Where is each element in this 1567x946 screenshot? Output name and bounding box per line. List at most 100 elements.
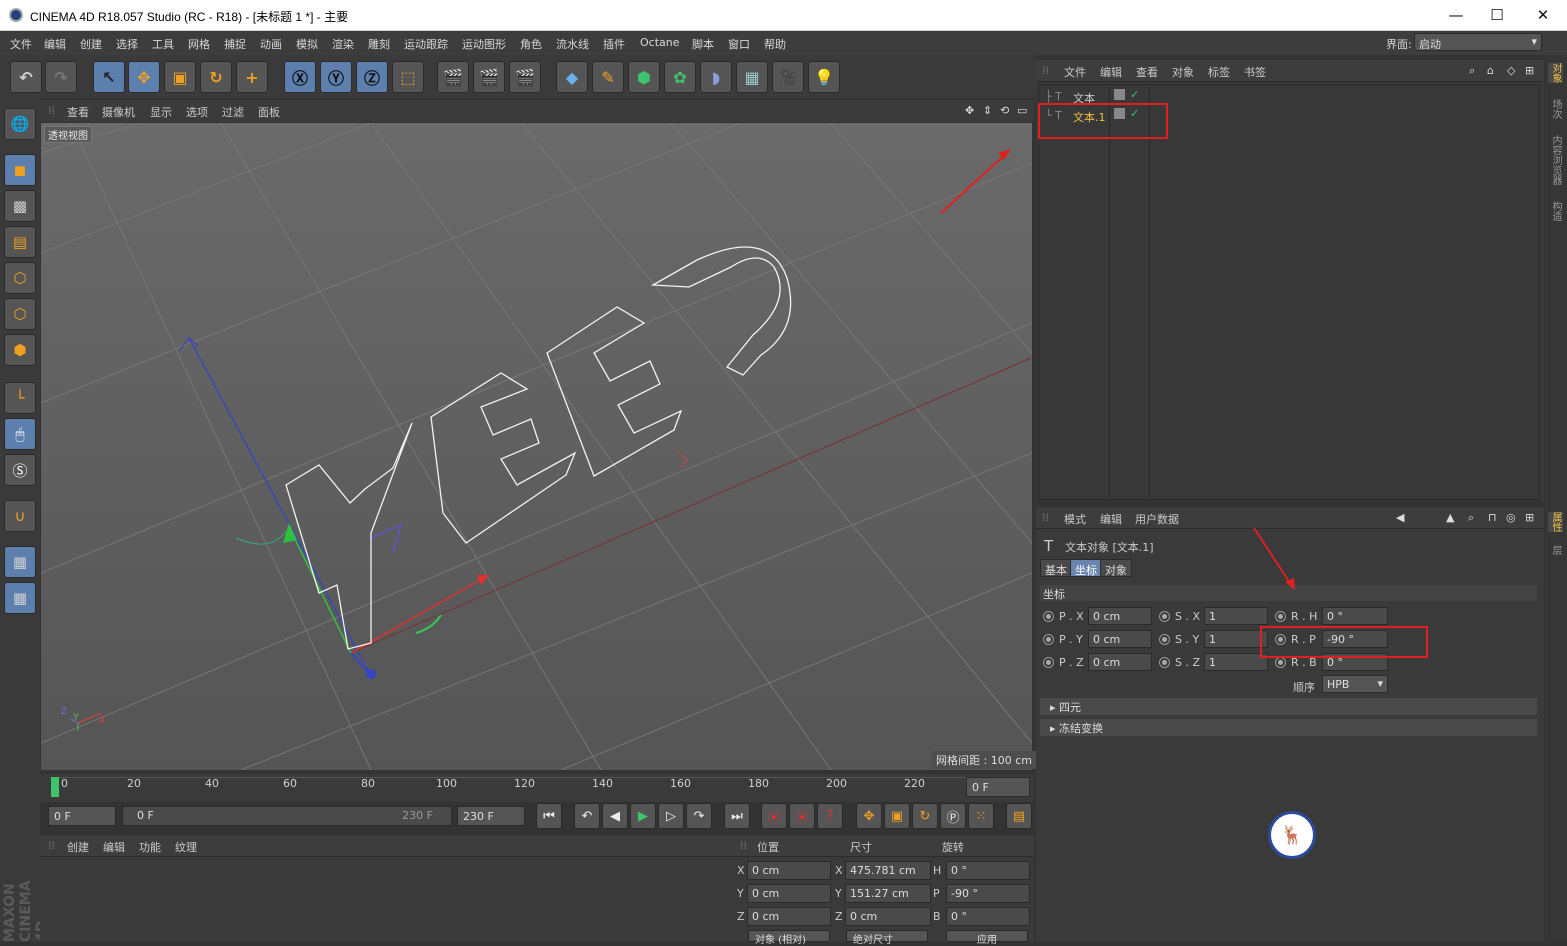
model-mode-icon[interactable]: ◼ xyxy=(4,154,36,186)
field-rh[interactable]: 0 ° xyxy=(1322,607,1388,625)
anim-radio-sx[interactable] xyxy=(1159,611,1170,622)
viewport-menu-panel[interactable]: 面板 xyxy=(258,104,280,120)
pen-spline-icon[interactable]: ✎ xyxy=(592,61,624,93)
apply-button[interactable]: 应用 xyxy=(946,930,1028,946)
move-tool-icon[interactable]: ✥ xyxy=(128,61,160,93)
workplane-lock-icon[interactable]: ▦ xyxy=(4,546,36,578)
field-px[interactable]: 0 cm xyxy=(1088,607,1152,625)
attr-menu-edit[interactable]: 编辑 xyxy=(1100,511,1122,527)
side-tab-takes[interactable]: 场次 xyxy=(1548,99,1563,119)
settings-icon[interactable]: ◎ xyxy=(1506,511,1516,524)
frame-range-slider[interactable]: 0 F 230 F xyxy=(122,806,452,826)
make-editable-icon[interactable]: 🌐 xyxy=(4,108,36,140)
home-icon[interactable]: ⌂ xyxy=(1487,64,1494,77)
menu-simulate[interactable]: 模拟 xyxy=(296,36,318,52)
axis-mode-icon[interactable]: └ xyxy=(4,382,36,414)
coord-pos-x[interactable]: 0 cm xyxy=(747,861,831,880)
workplane-mode-icon[interactable]: ▤ xyxy=(4,226,36,258)
key-scale-icon[interactable]: ▣ xyxy=(884,803,910,829)
coord-mode-select[interactable]: 对象 (相对) xyxy=(748,930,830,946)
field-sy[interactable]: 1 xyxy=(1204,630,1268,648)
auto-key-icon[interactable]: ⦿ xyxy=(789,803,815,829)
field-pz[interactable]: 0 cm xyxy=(1088,653,1152,671)
anim-radio-py[interactable] xyxy=(1043,634,1054,645)
new-window-icon[interactable]: ⊞ xyxy=(1525,511,1534,524)
coord-rot-p[interactable]: -90 ° xyxy=(946,884,1030,903)
anim-radio-sz[interactable] xyxy=(1159,657,1170,668)
search-icon[interactable]: ⌕ xyxy=(1468,511,1474,525)
side-tab-layers[interactable]: 层 xyxy=(1548,545,1563,555)
workplane-snap-icon[interactable]: ▦ xyxy=(4,582,36,614)
search-icon[interactable]: ⌕ xyxy=(1469,64,1475,78)
live-select-icon[interactable]: + xyxy=(236,61,268,93)
anim-radio-rb[interactable] xyxy=(1275,657,1286,668)
coord-pos-y[interactable]: 0 cm xyxy=(747,884,831,903)
tab-object[interactable]: 对象 xyxy=(1100,559,1132,577)
menu-render[interactable]: 渲染 xyxy=(332,36,354,52)
tab-coordinates[interactable]: 坐标 xyxy=(1070,559,1102,577)
coord-rot-b[interactable]: 0 ° xyxy=(946,907,1030,926)
perspective-viewport[interactable]: Z Y X xyxy=(41,123,1032,770)
playhead[interactable] xyxy=(51,777,59,797)
cube-primitive-icon[interactable]: ◆ xyxy=(556,61,588,93)
field-sx[interactable]: 1 xyxy=(1204,607,1268,625)
side-tab-structure[interactable]: 构造 xyxy=(1548,201,1563,221)
anim-radio-rh[interactable] xyxy=(1275,611,1286,622)
x-axis-lock-button[interactable]: Ⓧ xyxy=(284,61,316,93)
maximize-button[interactable]: ☐ xyxy=(1474,0,1520,31)
field-py[interactable]: 0 cm xyxy=(1088,630,1152,648)
menu-mesh[interactable]: 网格 xyxy=(188,36,210,52)
previous-frame-icon[interactable]: ◀ xyxy=(602,803,628,829)
redo-button[interactable]: ↷ xyxy=(45,61,77,93)
side-tab-objects[interactable]: 对象 xyxy=(1548,63,1563,83)
next-key-icon[interactable]: ↷ xyxy=(686,803,712,829)
rotate-tool-icon[interactable]: ↻ xyxy=(200,61,232,93)
timeline-window-icon[interactable]: ▤ xyxy=(1006,803,1032,829)
cloner-icon[interactable]: ✿ xyxy=(664,61,696,93)
size-mode-select[interactable]: 绝对尺寸 xyxy=(846,930,928,946)
key-parameter-icon[interactable]: Ⓟ xyxy=(940,803,966,829)
key-position-icon[interactable]: ✥ xyxy=(856,803,882,829)
object-menu-file[interactable]: 文件 xyxy=(1064,64,1086,80)
timeline-ruler[interactable] xyxy=(40,774,1034,802)
menu-help[interactable]: 帮助 xyxy=(764,36,786,52)
snap-icon[interactable]: Ⓢ xyxy=(4,454,36,486)
end-frame-field[interactable]: 0 F xyxy=(966,777,1030,797)
up-arrow-icon[interactable]: ▲ xyxy=(1446,511,1454,524)
go-to-start-icon[interactable]: ⏮ xyxy=(536,803,562,829)
coord-rot-h[interactable]: 0 ° xyxy=(946,861,1030,880)
viewport-menu-camera[interactable]: 摄像机 xyxy=(102,104,135,120)
material-menu-function[interactable]: 功能 xyxy=(139,839,161,855)
menu-character[interactable]: 角色 xyxy=(520,36,542,52)
coord-size-y[interactable]: 151.27 cm xyxy=(845,884,931,903)
menu-edit[interactable]: 编辑 xyxy=(44,36,66,52)
pan-icon[interactable]: ✥ xyxy=(965,104,974,117)
key-rotation-icon[interactable]: ↻ xyxy=(912,803,938,829)
menu-snap[interactable]: 捕捉 xyxy=(224,36,246,52)
object-menu-bookmarks[interactable]: 书签 xyxy=(1244,64,1266,80)
anim-radio-px[interactable] xyxy=(1043,611,1054,622)
undo-button[interactable]: ↶ xyxy=(10,61,42,93)
camera-icon[interactable]: 🎥 xyxy=(772,61,804,93)
key-help-icon[interactable]: ? xyxy=(817,803,843,829)
menu-select[interactable]: 选择 xyxy=(116,36,138,52)
orbit-icon[interactable]: ⟲ xyxy=(1000,104,1009,117)
z-axis-lock-button[interactable]: Ⓩ xyxy=(356,61,388,93)
deformer-icon[interactable]: ◗ xyxy=(700,61,732,93)
viewport-menu-view[interactable]: 查看 xyxy=(67,104,89,120)
viewport-menu-filter[interactable]: 过滤 xyxy=(222,104,244,120)
object-menu-tags[interactable]: 标签 xyxy=(1208,64,1230,80)
texture-mode-icon[interactable]: ▩ xyxy=(4,190,36,222)
edges-mode-icon[interactable]: ⬡ xyxy=(4,298,36,330)
material-menu-edit[interactable]: 编辑 xyxy=(103,839,125,855)
coord-size-x[interactable]: 475.781 cm xyxy=(845,861,931,880)
zoom-icon[interactable]: ⇕ xyxy=(983,104,992,117)
coordinate-system-icon[interactable]: ⬚ xyxy=(392,61,424,93)
menu-sculpt[interactable]: 雕刻 xyxy=(368,36,390,52)
minimize-button[interactable]: — xyxy=(1433,0,1479,31)
magnet-icon[interactable]: ∪ xyxy=(4,500,36,532)
coord-pos-z[interactable]: 0 cm xyxy=(747,907,831,926)
object-menu-object[interactable]: 对象 xyxy=(1172,64,1194,80)
menu-animate[interactable]: 动画 xyxy=(260,36,282,52)
quaternion-section[interactable]: ▸ 四元 xyxy=(1040,698,1537,715)
